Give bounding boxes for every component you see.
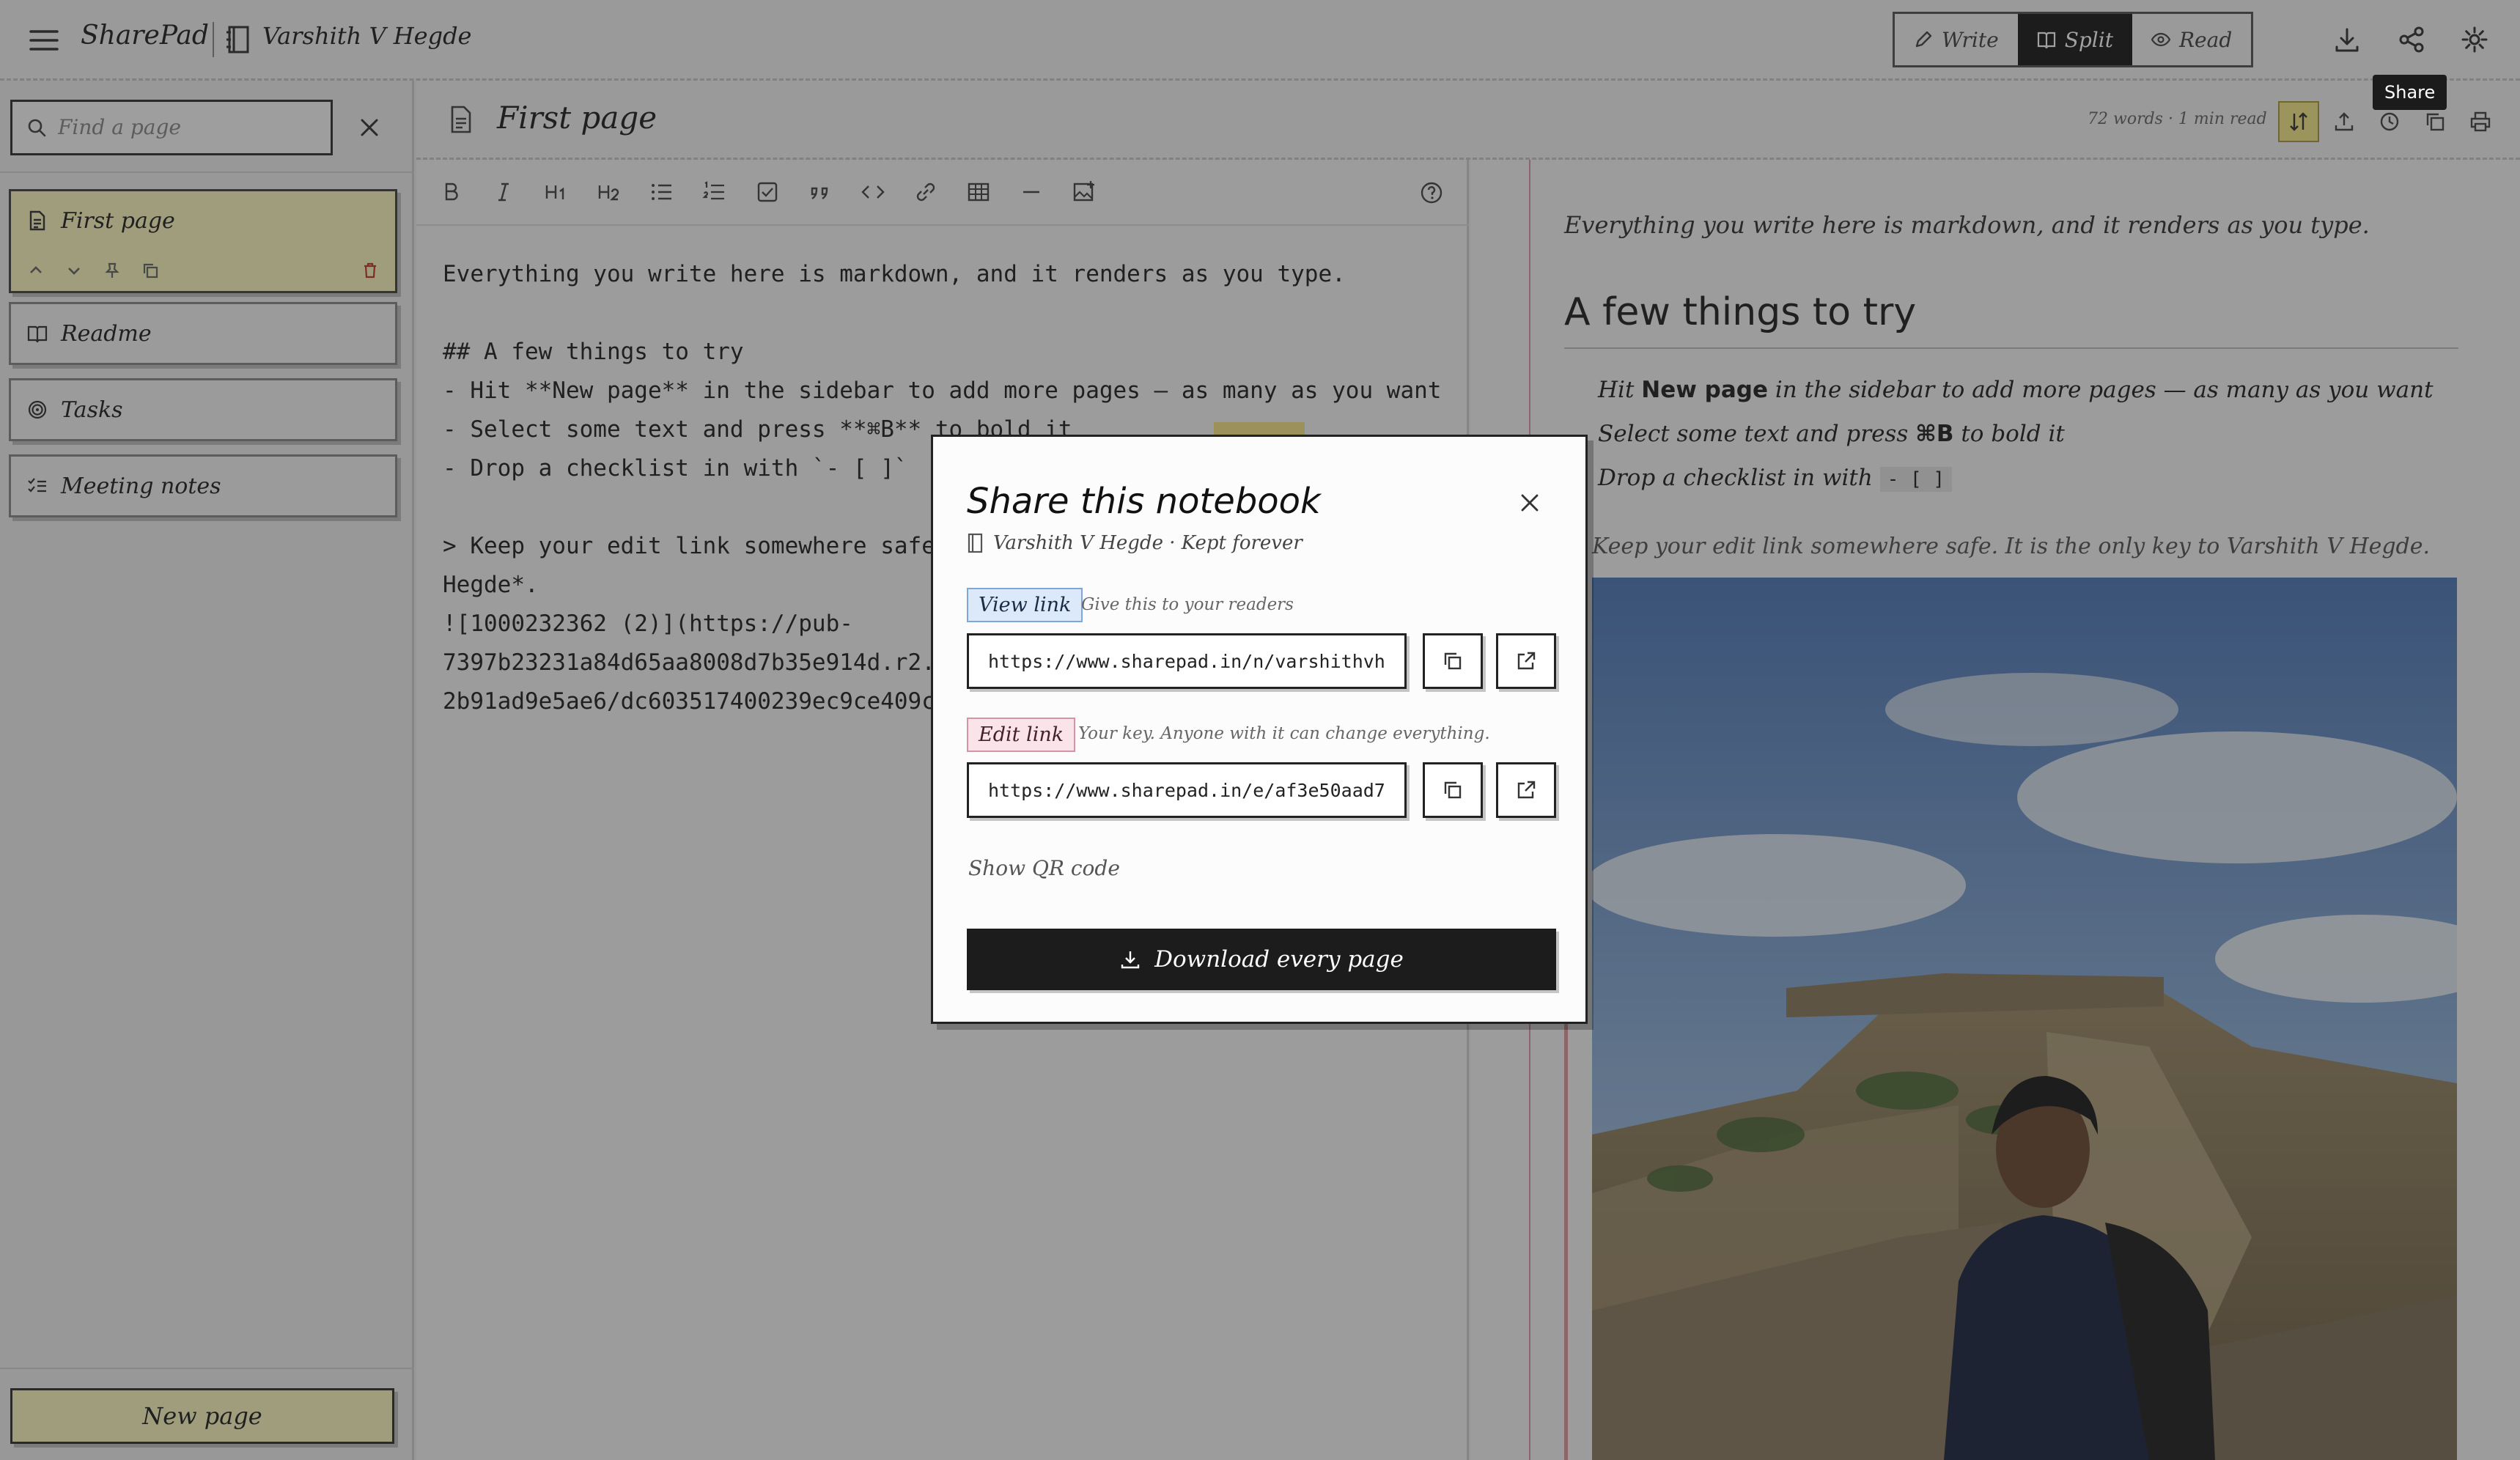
external-link-icon — [1517, 781, 1536, 799]
share-tooltip: Share — [2373, 75, 2447, 110]
dialog-subtitle-text: Varshith V Hegde · Kept forever — [993, 532, 1303, 554]
copy-edit-link-button[interactable] — [1423, 762, 1483, 818]
close-icon[interactable] — [1519, 493, 1540, 513]
view-link-field[interactable] — [967, 633, 1407, 689]
download-icon — [1121, 951, 1140, 969]
edit-link-label: Edit link — [967, 718, 1076, 752]
view-link-label: View link — [967, 588, 1083, 622]
copy-icon — [1444, 781, 1462, 799]
open-edit-link-button[interactable] — [1496, 762, 1556, 818]
external-link-icon — [1517, 652, 1536, 670]
show-qr-code-link[interactable]: Show QR code — [968, 856, 1120, 880]
edit-link-field[interactable] — [967, 762, 1407, 818]
dialog-title: Share this notebook — [967, 481, 1321, 522]
download-every-page-button[interactable]: Download every page — [967, 929, 1556, 990]
notebook-icon — [968, 533, 983, 553]
share-dialog: Share this notebook Varshith V Hegde · K… — [931, 435, 1588, 1024]
dialog-subtitle: Varshith V Hegde · Kept forever — [967, 532, 1303, 554]
view-link-hint: Give this to your readers — [1081, 595, 1294, 614]
edit-link-hint: Your key. Anyone with it can change ever… — [1078, 724, 1490, 743]
download-every-page-label: Download every page — [1154, 946, 1404, 973]
copy-icon — [1444, 652, 1462, 670]
copy-view-link-button[interactable] — [1423, 633, 1483, 689]
open-view-link-button[interactable] — [1496, 633, 1556, 689]
